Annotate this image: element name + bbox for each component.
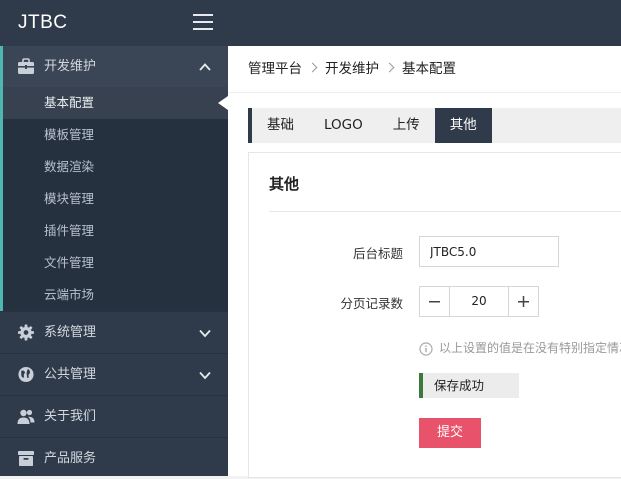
info-icon bbox=[419, 341, 433, 356]
minus-icon bbox=[429, 301, 440, 303]
page-size-stepper: 20 bbox=[419, 286, 539, 317]
main-content: 管理平台 开发维护 基本配置 基础 LOGO 上传 其他 其他 后台标题 分页记录数… bbox=[228, 46, 621, 478]
tab-logo[interactable]: LOGO bbox=[309, 108, 378, 143]
sidebar-item-data-render[interactable]: 数据渲染 bbox=[3, 151, 228, 183]
nav-group-label: 系统管理 bbox=[44, 325, 97, 340]
breadcrumb: 管理平台 开发维护 基本配置 bbox=[248, 46, 456, 92]
nav-item-label: 关于我们 bbox=[44, 409, 97, 424]
panel-title: 其他 bbox=[269, 175, 300, 193]
decrement-button[interactable] bbox=[420, 287, 450, 316]
nav-group-label: 公共管理 bbox=[44, 367, 97, 382]
subnav-dev: 基本配置 模板管理 数据渲染 模块管理 插件管理 文件管理 云端市场 bbox=[0, 87, 228, 311]
page-size-label: 分页记录数 bbox=[340, 296, 403, 311]
menu-toggle-icon[interactable] bbox=[193, 14, 213, 32]
app-logo: JTBC bbox=[18, 12, 68, 33]
settings-panel: 其他 后台标题 分页记录数 20 以上设置的值是在没有特别指定情况下的默认值 保… bbox=[248, 152, 621, 478]
chevron-down-icon bbox=[199, 371, 211, 380]
top-bar: JTBC bbox=[0, 0, 621, 46]
breadcrumb-item[interactable]: 管理平台 bbox=[248, 61, 302, 77]
backend-title-label: 后台标题 bbox=[352, 246, 403, 261]
nav-item-about[interactable]: 关于我们 bbox=[0, 395, 228, 437]
nav-group-dev-header[interactable]: 开发维护 bbox=[0, 46, 228, 87]
hint-text: 以上设置的值是在没有特别指定情况下的默认值 bbox=[419, 339, 621, 356]
toolbox-icon bbox=[18, 58, 34, 74]
sidebar-item-plugins[interactable]: 插件管理 bbox=[3, 215, 228, 247]
page-size-value[interactable]: 20 bbox=[450, 287, 508, 316]
chevron-right-icon bbox=[307, 62, 318, 73]
nav-group-public[interactable]: 公共管理 bbox=[0, 353, 228, 395]
sidebar-item-cloud-market[interactable]: 云端市场 bbox=[3, 279, 228, 311]
tab-upload[interactable]: 上传 bbox=[378, 108, 435, 143]
divider bbox=[228, 92, 621, 93]
gear-icon bbox=[17, 324, 35, 341]
sidebar: 开发维护 基本配置 模板管理 数据渲染 模块管理 插件管理 文件管理 云端市场 bbox=[0, 46, 228, 476]
users-icon bbox=[17, 409, 35, 424]
nav-item-label: 产品服务 bbox=[44, 451, 97, 466]
tab-bar: 基础 LOGO 上传 其他 bbox=[248, 108, 621, 143]
nav-group-label: 开发维护 bbox=[44, 59, 97, 74]
increment-button[interactable] bbox=[508, 287, 538, 316]
chevron-right-icon bbox=[384, 62, 395, 73]
plus-icon bbox=[518, 296, 529, 307]
sidebar-item-modules[interactable]: 模块管理 bbox=[3, 183, 228, 215]
submit-button[interactable]: 提交 bbox=[419, 418, 481, 448]
sidebar-item-files[interactable]: 文件管理 bbox=[3, 247, 228, 279]
nav-group-dev: 开发维护 基本配置 模板管理 数据渲染 模块管理 插件管理 文件管理 云端市场 bbox=[0, 46, 228, 311]
chevron-up-icon bbox=[199, 63, 211, 71]
nav-group-system[interactable]: 系统管理 bbox=[0, 311, 228, 353]
sidebar-item-basic-config[interactable]: 基本配置 bbox=[3, 87, 228, 119]
success-alert: 保存成功 bbox=[419, 373, 519, 398]
tab-basic[interactable]: 基础 bbox=[252, 108, 309, 143]
chevron-down-icon bbox=[199, 329, 211, 338]
sidebar-item-templates[interactable]: 模板管理 bbox=[3, 119, 228, 151]
breadcrumb-item[interactable]: 开发维护 bbox=[325, 61, 379, 77]
divider bbox=[269, 211, 621, 212]
tab-other[interactable]: 其他 bbox=[434, 108, 492, 143]
backend-title-input[interactable] bbox=[419, 236, 559, 267]
hint-label: 以上设置的值是在没有特别指定情况下的默认值 bbox=[439, 341, 621, 355]
nav-item-products[interactable]: 产品服务 bbox=[0, 437, 228, 479]
box-icon bbox=[18, 451, 34, 466]
breadcrumb-item-current: 基本配置 bbox=[402, 61, 456, 77]
globe-icon bbox=[18, 366, 34, 383]
